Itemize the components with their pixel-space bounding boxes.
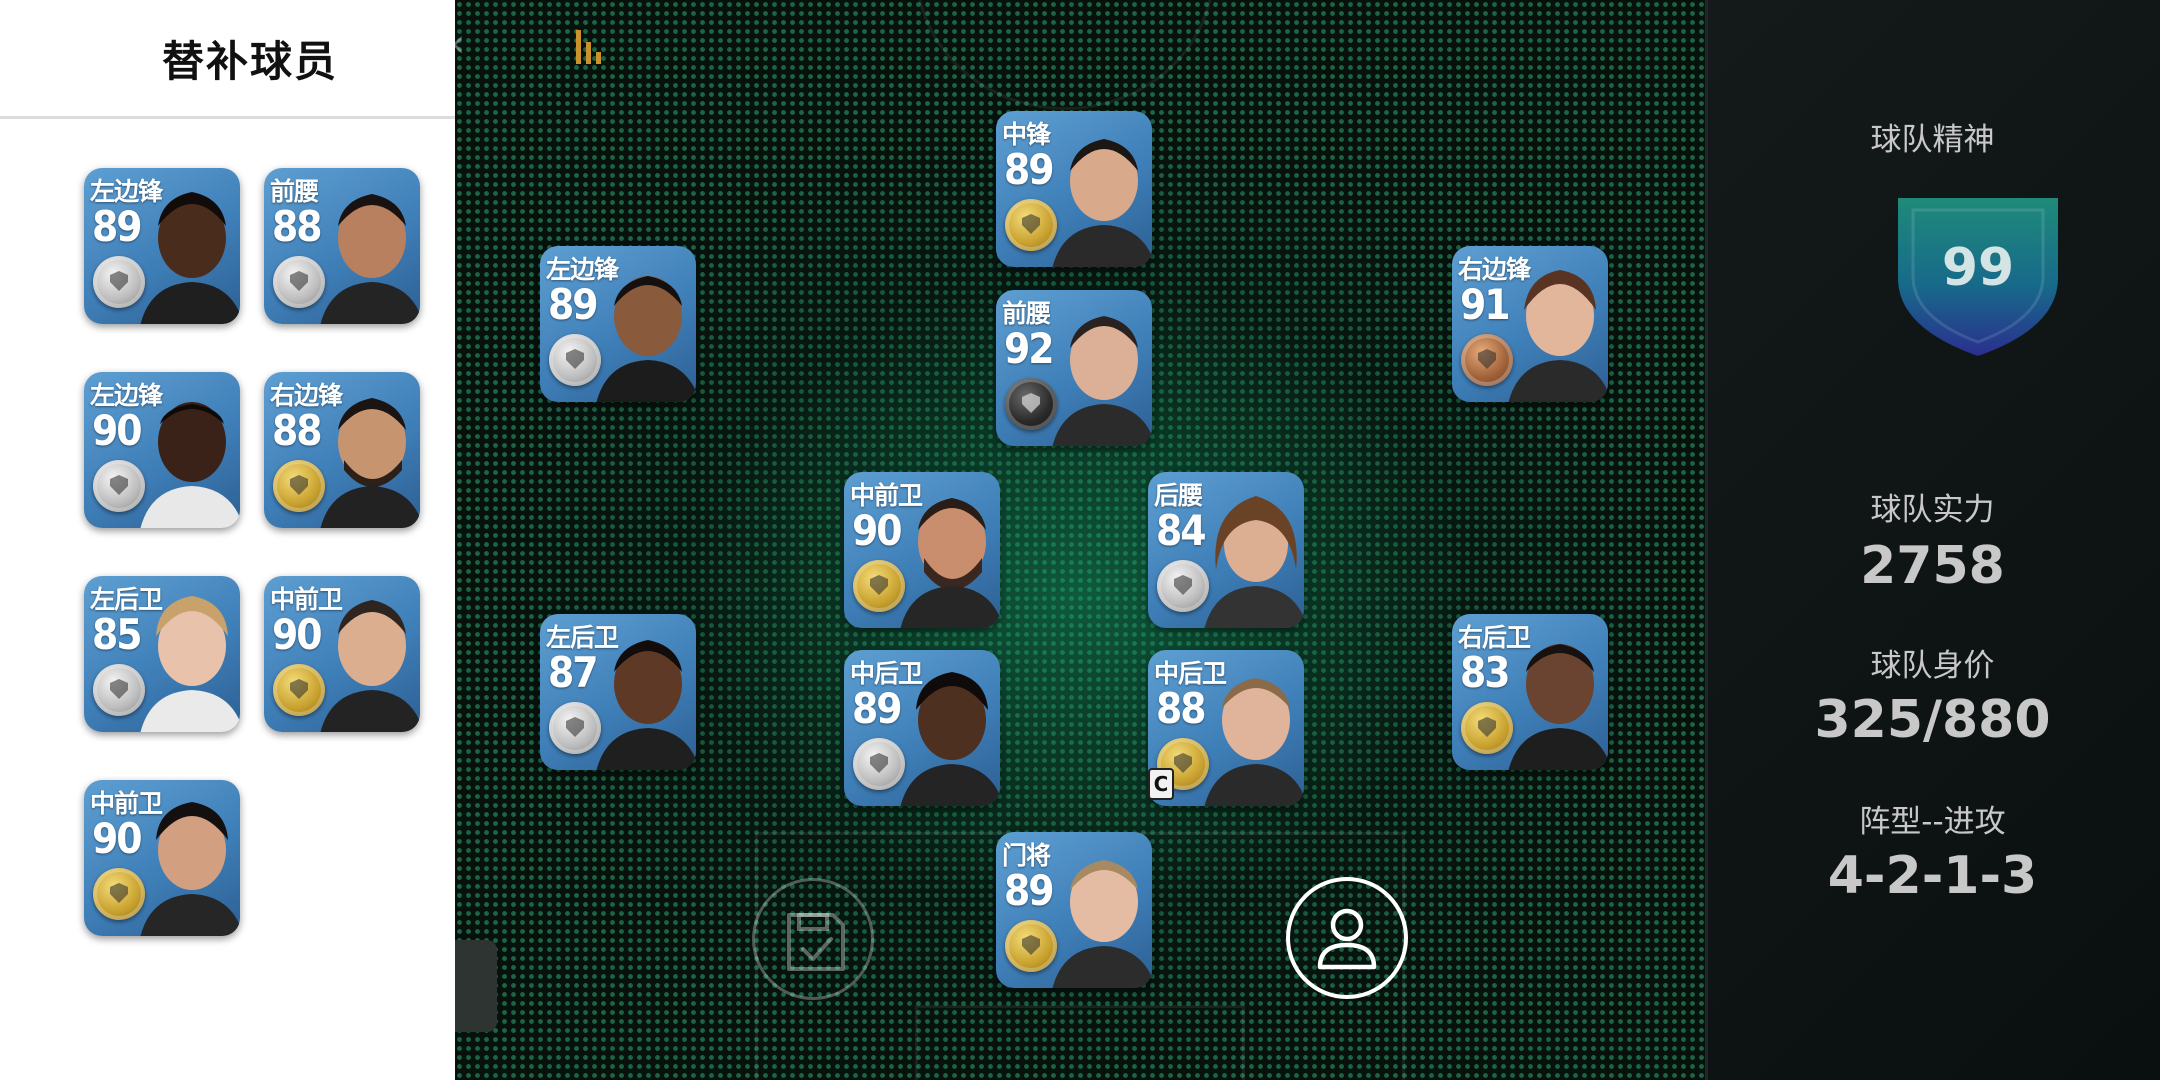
lineup-card-lb[interactable]: 左后卫 87 (540, 614, 696, 770)
lineup-card-rb[interactable]: 右后卫 83 (1452, 614, 1608, 770)
divider (0, 116, 455, 119)
team-value-value: 325/880 (1814, 690, 2051, 750)
player-rating: 92 (1004, 324, 1055, 373)
lineup-card-gk[interactable]: 门将 89 (996, 832, 1152, 988)
stats-bars-icon[interactable] (576, 28, 616, 64)
coin-icon (1005, 920, 1057, 972)
player-rating: 91 (1460, 280, 1511, 329)
player-rating: 85 (92, 610, 143, 659)
sub-card[interactable]: 中前卫 90 (84, 780, 240, 936)
substitutes-panel: 替补球员 左边锋 89 前腰 88 左边锋 90 右边锋 88 左后卫 85 中… (0, 0, 455, 1080)
player-rating: 90 (852, 506, 903, 555)
formation-value[interactable]: 4-2-1-3 (1705, 846, 2160, 906)
team-spirit-label: 球队精神 (1870, 122, 1995, 158)
coin-icon (273, 664, 325, 716)
goal-box-line (915, 1005, 1245, 1080)
coin-icon (93, 664, 145, 716)
lineup-card-dmf[interactable]: 后腰 84 (1148, 472, 1304, 628)
coin-icon (1005, 378, 1057, 430)
coin-icon (273, 460, 325, 512)
player-face-icon (1052, 316, 1152, 446)
player-face-icon (1204, 496, 1304, 628)
sub-card[interactable]: 左边锋 90 (84, 372, 240, 528)
sub-card[interactable]: 前腰 88 (264, 168, 420, 324)
sub-card[interactable]: 左边锋 89 (84, 168, 240, 324)
coin-icon (273, 256, 325, 308)
lineup-card-rwf[interactable]: 右边锋 91 (1452, 246, 1608, 402)
panel-collapse-handle[interactable] (455, 940, 497, 1032)
coin-icon (853, 560, 905, 612)
player-rating: 87 (548, 648, 599, 697)
coin-icon (1461, 334, 1513, 386)
coin-icon (1005, 199, 1057, 251)
player-rating: 90 (92, 814, 143, 863)
lineup-card-amf[interactable]: 前腰 92 (996, 290, 1152, 446)
player-rating: 89 (852, 684, 903, 733)
panel-title: 替补球员 (161, 37, 338, 86)
player-rating: 90 (272, 610, 323, 659)
coin-icon (93, 868, 145, 920)
coin-icon (853, 738, 905, 790)
lineup-card-lwf[interactable]: 左边锋 89 (540, 246, 696, 402)
team-spirit-value: 99 (1941, 238, 2015, 298)
player-rating: 88 (272, 406, 323, 455)
coin-icon (549, 702, 601, 754)
save-formation-button[interactable] (752, 878, 874, 1000)
player-face-icon (1052, 860, 1152, 988)
sub-card[interactable]: 右边锋 88 (264, 372, 420, 528)
player-rating: 89 (1004, 866, 1055, 915)
player-rating: 84 (1156, 506, 1207, 555)
player-rating: 88 (1156, 684, 1207, 733)
coin-icon (93, 460, 145, 512)
coin-icon (1461, 702, 1513, 754)
player-rating: 89 (92, 202, 143, 251)
sub-card[interactable]: 左后卫 85 (84, 576, 240, 732)
lineup-card-cb-left[interactable]: 中后卫 89 (844, 650, 1000, 806)
coin-icon (93, 256, 145, 308)
coin-icon (1157, 560, 1209, 612)
formation-label: 阵型--进攻 (1859, 804, 2006, 840)
captain-badge: C (1148, 768, 1174, 800)
lineup-card-cmf[interactable]: 中前卫 90 (844, 472, 1000, 628)
sub-card[interactable]: 中前卫 90 (264, 576, 420, 732)
coin-icon (549, 334, 601, 386)
person-icon (1317, 908, 1377, 970)
team-value-label: 球队身价 (1870, 648, 1995, 684)
player-rating: 89 (1004, 145, 1055, 194)
save-icon (787, 913, 845, 971)
team-info-panel: 球队精神 99 球队实力 2758 球队身价 325/880 阵型--进攻 4-… (1705, 0, 2160, 1080)
player-face-icon (320, 194, 420, 324)
player-profile-button[interactable] (1286, 877, 1408, 999)
center-circle-line (915, 0, 1215, 110)
team-strength-label: 球队实力 (1870, 492, 1995, 528)
player-rating: 88 (272, 202, 323, 251)
player-rating: 83 (1460, 648, 1511, 697)
player-rating: 90 (92, 406, 143, 455)
team-strength-value: 2758 (1860, 536, 2005, 596)
lineup-card-st[interactable]: 中锋 89 (996, 111, 1152, 267)
player-rating: 89 (548, 280, 599, 329)
player-face-icon (1052, 139, 1152, 267)
